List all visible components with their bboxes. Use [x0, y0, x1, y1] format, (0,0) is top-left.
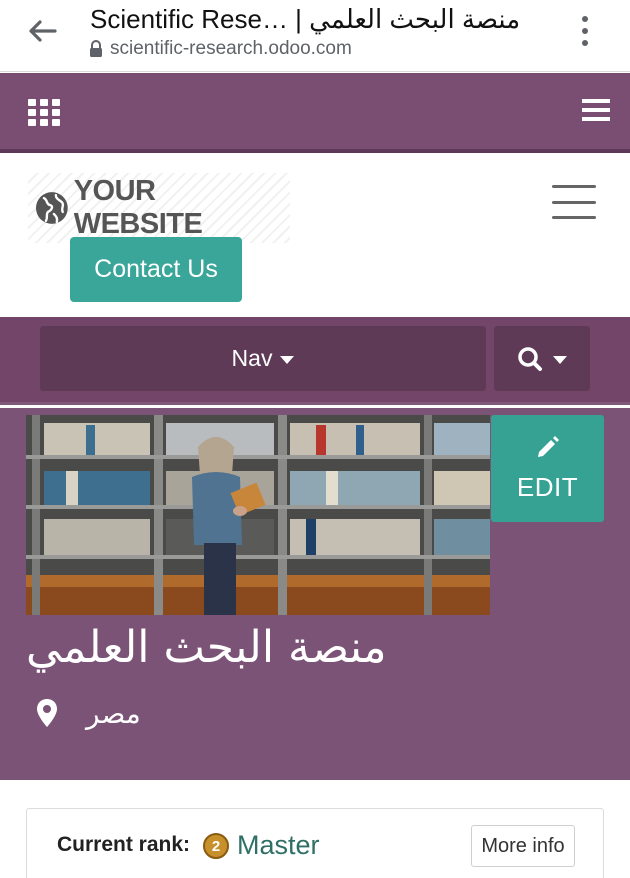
rank-section: Current rank: 2 Master More info [0, 780, 630, 878]
globe-icon [35, 192, 68, 224]
odoo-top-bar [0, 73, 630, 153]
logo-text: YOUR WEBSITE [73, 175, 203, 240]
rank-badge-icon: 2 [203, 833, 229, 859]
caret-down-icon [553, 355, 567, 364]
browser-address-bar: Scientific Rese… | منصة البحث العلمي sci… [0, 0, 630, 72]
apps-grid-icon[interactable] [28, 99, 60, 126]
forum-nav-bar: Nav [0, 317, 630, 405]
rank-name[interactable]: Master [237, 830, 320, 861]
location-text: مصر [86, 696, 141, 730]
edit-label: EDIT [516, 472, 579, 502]
url-text[interactable]: scientific-research.odoo.com [110, 37, 352, 61]
hamburger-menu-icon[interactable] [582, 98, 610, 122]
pencil-icon [537, 436, 559, 457]
rank-label: Current rank: [57, 833, 191, 856]
navbar-toggle-icon[interactable] [552, 185, 596, 219]
back-button[interactable] [24, 14, 60, 48]
more-info-button[interactable]: More info [471, 825, 575, 867]
kebab-menu-icon[interactable] [570, 14, 600, 48]
search-button[interactable] [494, 326, 590, 391]
page-title: Scientific Rese… | منصة البحث العلمي [90, 4, 521, 34]
profile-banner: EDIT منصة البحث العلمي مصر [0, 408, 630, 780]
profile-name: منصة البحث العلمي [26, 622, 387, 673]
contact-us-button[interactable]: Contact Us [70, 237, 242, 302]
nav-dropdown[interactable]: Nav [40, 326, 486, 391]
rank-card: Current rank: 2 Master More info [26, 808, 604, 878]
edit-button[interactable]: EDIT [491, 415, 604, 522]
caret-down-icon [280, 355, 295, 364]
lock-icon [90, 40, 102, 57]
cover-photo [26, 415, 490, 615]
library-photo [26, 415, 490, 615]
search-icon [518, 346, 542, 371]
map-marker-icon [37, 699, 57, 727]
arrow-left-icon [29, 20, 57, 42]
location-row: مصر [36, 693, 141, 733]
nav-dropdown-label: Nav [231, 345, 273, 371]
site-header: YOUR WEBSITE Contact Us [0, 157, 630, 317]
site-logo[interactable]: YOUR WEBSITE [28, 173, 290, 243]
